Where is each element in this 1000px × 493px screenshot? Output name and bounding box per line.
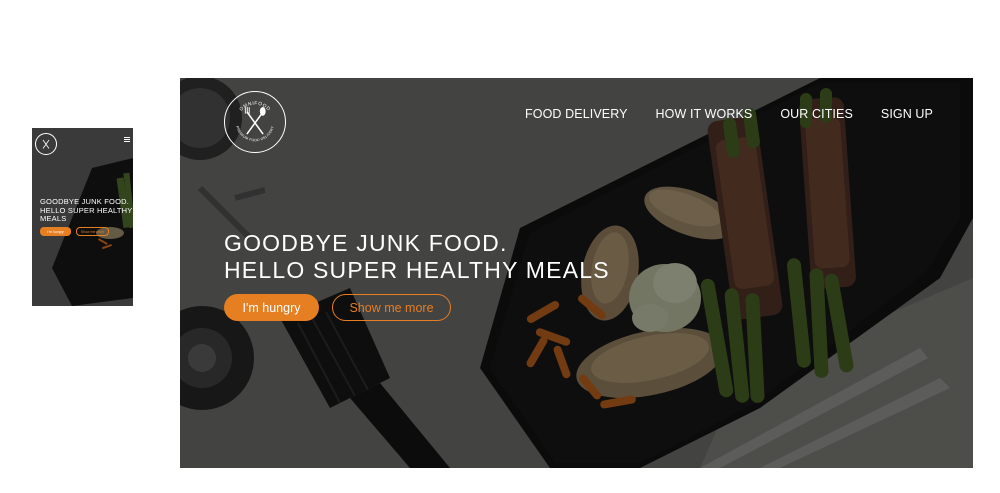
mobile-cta-buttons: I'm hungry Show me more bbox=[40, 227, 109, 236]
mobile-hero-headline: GOODBYE JUNK FOOD. HELLO SUPER HEALTHY M… bbox=[40, 197, 132, 224]
nav-how-it-works[interactable]: HOW IT WORKS bbox=[656, 107, 753, 121]
mobile-preview: GOODBYE JUNK FOOD. HELLO SUPER HEALTHY M… bbox=[32, 128, 133, 306]
fork-and-spoon-icon bbox=[42, 139, 50, 149]
im-hungry-button[interactable]: I'm hungry bbox=[224, 294, 319, 321]
logo-top-text: OMNIFOOD bbox=[238, 101, 271, 113]
svg-text:PREMIUM FOOD DELIVERY: PREMIUM FOOD DELIVERY bbox=[235, 125, 275, 142]
fork-and-spoon-icon: OMNIFOOD PREMIUM FOOD DELIVERY bbox=[235, 101, 275, 143]
hero-headline-line2: HELLO SUPER HEALTHY MEALS bbox=[224, 257, 610, 283]
show-me-more-button[interactable]: Show me more bbox=[332, 294, 451, 321]
hamburger-menu-icon[interactable] bbox=[124, 137, 130, 142]
hero-cta-buttons: I'm hungry Show me more bbox=[224, 294, 451, 321]
mobile-headline-line3: MEALS bbox=[40, 214, 67, 223]
hero-headline-line1: GOODBYE JUNK FOOD. bbox=[224, 230, 508, 256]
hero-headline: GOODBYE JUNK FOOD. HELLO SUPER HEALTHY M… bbox=[224, 230, 610, 284]
nav-sign-up[interactable]: SIGN UP bbox=[881, 107, 933, 121]
logo[interactable]: OMNIFOOD PREMIUM FOOD DELIVERY bbox=[224, 91, 286, 153]
mobile-show-me-more-button[interactable]: Show me more bbox=[76, 227, 109, 236]
logo-mobile[interactable] bbox=[35, 133, 57, 155]
svg-text:OMNIFOOD: OMNIFOOD bbox=[238, 101, 271, 113]
logo-bottom-text: PREMIUM FOOD DELIVERY bbox=[235, 125, 275, 142]
desktop-hero: OMNIFOOD PREMIUM FOOD DELIVERY FOOD DELI… bbox=[180, 78, 973, 468]
nav-food-delivery[interactable]: FOOD DELIVERY bbox=[525, 107, 627, 121]
main-nav: FOOD DELIVERY HOW IT WORKS OUR CITIES SI… bbox=[525, 107, 933, 121]
nav-our-cities[interactable]: OUR CITIES bbox=[780, 107, 853, 121]
mobile-im-hungry-button[interactable]: I'm hungry bbox=[40, 227, 71, 236]
